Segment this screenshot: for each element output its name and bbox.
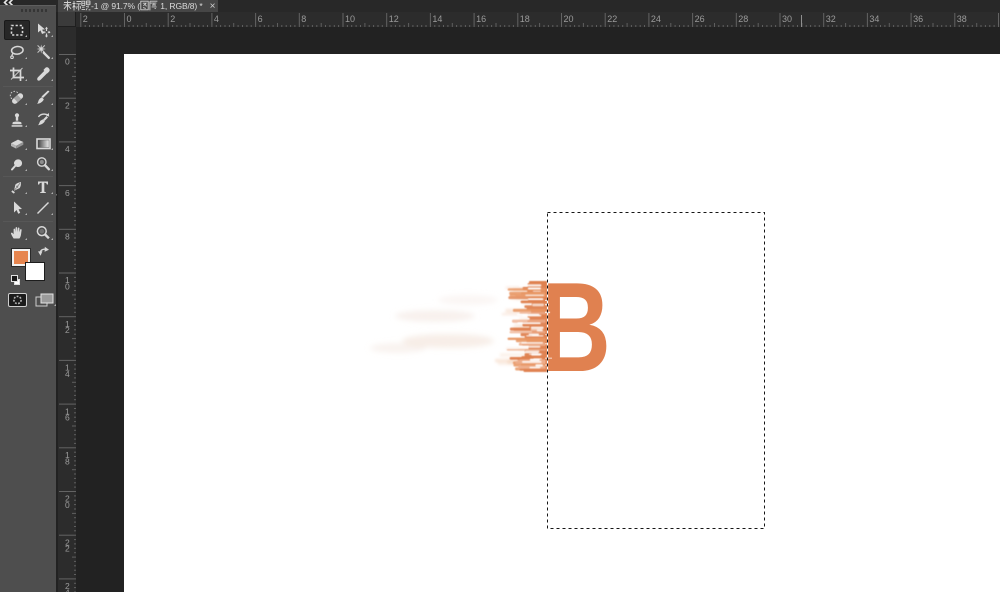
svg-text:30: 30 [782,14,792,24]
svg-text:36: 36 [913,14,923,24]
svg-text:4: 4 [65,587,70,592]
svg-text:0: 0 [65,500,70,510]
svg-text:2: 2 [170,14,175,24]
svg-text:6: 6 [65,188,70,198]
svg-text:4: 4 [65,144,70,154]
svg-text:0: 0 [65,57,70,67]
svg-text:10: 10 [345,14,355,24]
svg-text:18: 18 [520,14,530,24]
svg-text:28: 28 [738,14,748,24]
svg-text:0: 0 [127,14,132,24]
svg-text:6: 6 [65,413,70,423]
svg-text:26: 26 [695,14,705,24]
svg-text:2: 2 [65,544,70,554]
svg-text:38: 38 [957,14,967,24]
svg-text:8: 8 [301,14,306,24]
svg-text:34: 34 [869,14,879,24]
svg-text:24: 24 [651,14,661,24]
svg-text:6: 6 [258,14,263,24]
svg-text:8: 8 [65,232,70,242]
svg-text:4: 4 [65,369,70,379]
svg-text:32: 32 [826,14,836,24]
svg-text:2: 2 [65,325,70,335]
svg-text:8: 8 [65,456,70,466]
svg-text:2: 2 [83,14,88,24]
svg-text:4: 4 [214,14,219,24]
svg-text:B: B [539,257,611,398]
svg-text:12: 12 [389,14,399,24]
svg-text:22: 22 [607,14,617,24]
svg-text:14: 14 [432,14,442,24]
svg-text:0: 0 [65,282,70,292]
svg-text:20: 20 [564,14,574,24]
svg-text:2: 2 [65,100,70,110]
svg-text:16: 16 [476,14,486,24]
